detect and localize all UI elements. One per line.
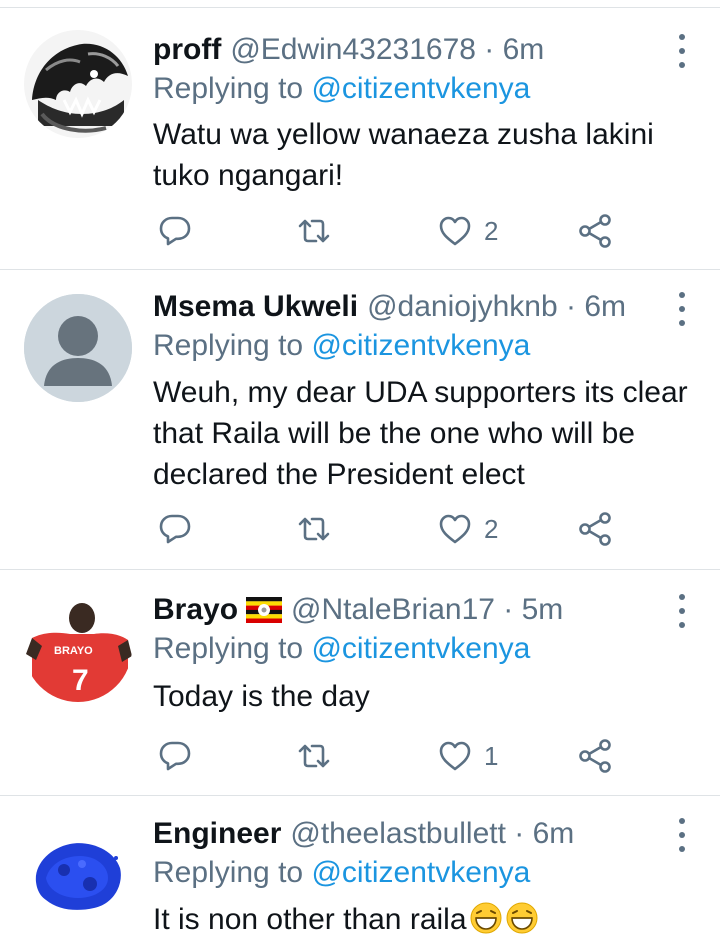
jersey-number: 7: [72, 664, 89, 697]
avatar[interactable]: [24, 294, 132, 402]
mention-link[interactable]: @citizentvkenya: [311, 72, 530, 105]
avatar[interactable]: BRAYO 7: [24, 594, 132, 702]
reply-button[interactable]: [158, 736, 192, 776]
replying-to-label: Replying to: [153, 329, 312, 362]
red-jersey-avatar-image: BRAYO 7: [24, 594, 132, 702]
retweet-icon: [298, 219, 330, 243]
avatar[interactable]: [24, 818, 132, 926]
laughing-emoji: [506, 902, 538, 934]
tweet-actions: 2: [153, 211, 623, 251]
more-icon[interactable]: [676, 594, 688, 628]
mention-link[interactable]: @citizentvkenya: [311, 856, 530, 889]
like-button[interactable]: 2: [438, 211, 498, 251]
share-icon: [579, 739, 611, 773]
share-button[interactable]: [578, 211, 612, 251]
replying-to: Replying to @citizentvkenya: [153, 856, 530, 890]
like-button[interactable]: 2: [438, 509, 498, 549]
like-button[interactable]: 1: [438, 736, 498, 776]
like-count: 1: [484, 740, 499, 771]
default-profile-image: [24, 294, 132, 402]
tweet-actions: 1: [153, 736, 623, 776]
retweet-icon: [298, 517, 330, 541]
share-icon: [579, 512, 611, 546]
more-icon[interactable]: [676, 818, 688, 852]
reply-button[interactable]: [158, 211, 192, 251]
replying-to-label: Replying to: [153, 72, 312, 105]
avatar[interactable]: [24, 30, 132, 138]
more-icon[interactable]: [676, 34, 688, 68]
tweet-header: Engineer @theelastbullett · 6m: [153, 814, 574, 854]
laughing-emoji: [470, 902, 502, 934]
handle-and-time[interactable]: @theelastbullett · 6m: [290, 817, 574, 851]
tweet-text: It is non other than raila: [153, 899, 698, 940]
tweet-text-content: It is non other than raila: [153, 903, 467, 936]
mention-link[interactable]: @citizentvkenya: [311, 632, 530, 665]
share-button[interactable]: [578, 509, 612, 549]
like-count: 2: [484, 215, 499, 246]
wolf-avatar-image: [24, 30, 132, 138]
like-count: 2: [484, 513, 499, 544]
reply-button[interactable]: [158, 509, 192, 549]
retweet-button[interactable]: [296, 736, 332, 776]
more-icon[interactable]: [676, 292, 688, 326]
display-name[interactable]: Brayo: [153, 593, 238, 627]
tweet-header: Brayo @NtaleBrian17 · 5m: [153, 590, 563, 630]
reply-icon: [159, 741, 191, 771]
tweet-header: Msema Ukweli @daniojyhknb · 6m: [153, 287, 626, 327]
retweet-icon: [298, 744, 330, 768]
share-icon: [579, 214, 611, 248]
reply-icon: [159, 216, 191, 246]
tweet[interactable]: BRAYO 7 Brayo @NtaleBrian17 · 5m Replyin…: [0, 569, 720, 795]
replying-to-label: Replying to: [153, 632, 312, 665]
handle-and-time[interactable]: @Edwin43231678 · 6m: [230, 33, 544, 67]
retweet-button[interactable]: [296, 509, 332, 549]
jersey-name: BRAYO: [54, 645, 93, 657]
display-name[interactable]: proff: [153, 33, 221, 67]
tweet-text: Today is the day: [153, 680, 370, 713]
tweet-text: Watu wa yellow wanaeza zusha lakini tuko…: [153, 118, 654, 192]
tweet[interactable]: proff @Edwin43231678 · 6m Replying to @c…: [0, 7, 720, 269]
replying-to-label: Replying to: [153, 856, 312, 889]
display-name[interactable]: Msema Ukweli: [153, 290, 358, 324]
handle-and-time[interactable]: @daniojyhknb · 6m: [367, 290, 626, 324]
tweet-actions: 2: [153, 509, 623, 549]
tweet-text: Weuh, my dear UDA supporters its clear t…: [153, 376, 688, 491]
replying-to: Replying to @citizentvkenya: [153, 72, 530, 106]
replying-to: Replying to @citizentvkenya: [153, 632, 530, 666]
share-button[interactable]: [578, 736, 612, 776]
handle-and-time[interactable]: @NtaleBrian17 · 5m: [291, 593, 563, 627]
reply-icon: [159, 514, 191, 544]
uganda-flag-icon: [246, 597, 283, 623]
blue-pigment-avatar-image: [24, 818, 132, 926]
tweet-header: proff @Edwin43231678 · 6m: [153, 30, 544, 70]
mention-link[interactable]: @citizentvkenya: [311, 329, 530, 362]
tweet[interactable]: Engineer @theelastbullett · 6m Replying …: [0, 795, 720, 937]
tweet[interactable]: Msema Ukweli @daniojyhknb · 6m Replying …: [0, 269, 720, 569]
heart-icon: [439, 741, 471, 771]
heart-icon: [439, 514, 471, 544]
display-name[interactable]: Engineer: [153, 817, 281, 851]
heart-icon: [439, 216, 471, 246]
retweet-button[interactable]: [296, 211, 332, 251]
replying-to: Replying to @citizentvkenya: [153, 329, 530, 363]
